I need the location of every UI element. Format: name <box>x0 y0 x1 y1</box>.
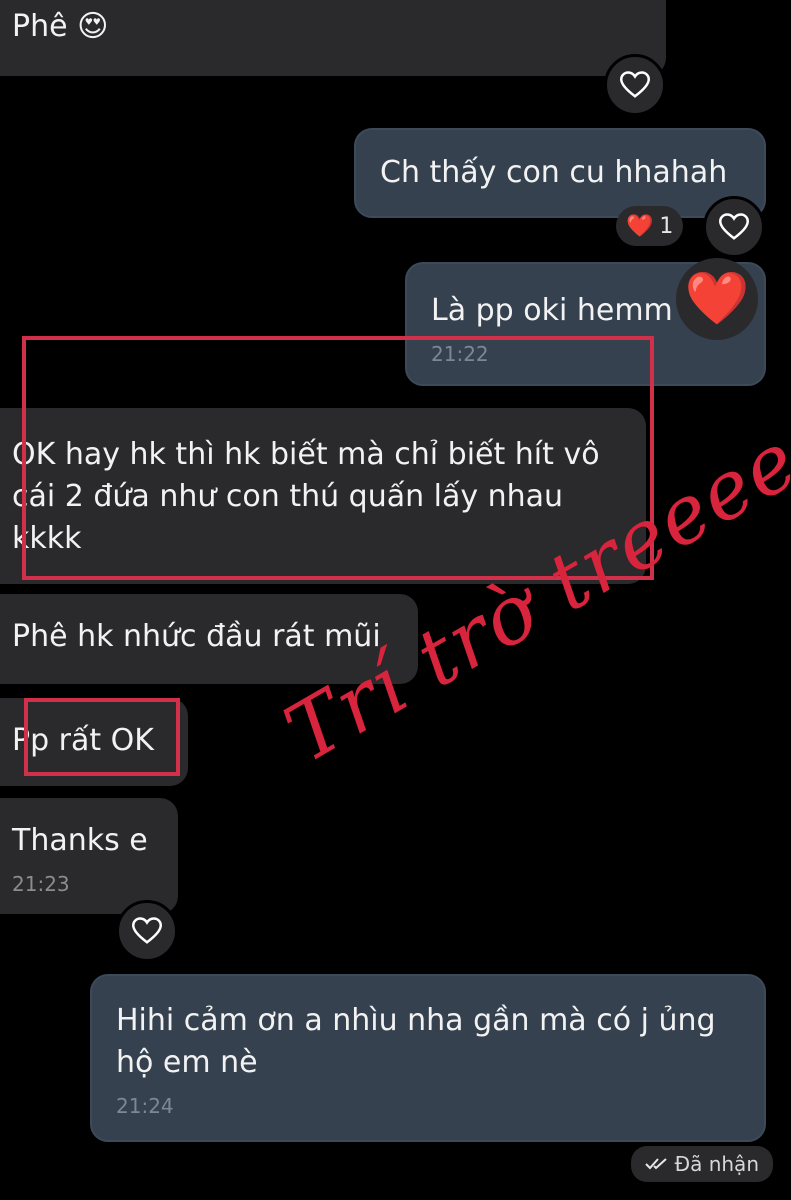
status-label: Đã nhận <box>674 1152 759 1176</box>
message-text: Ch thấy con cu hhahah <box>380 155 728 190</box>
like-button[interactable] <box>116 900 178 962</box>
heart-outline-icon <box>620 71 650 98</box>
double-check-icon <box>644 1158 667 1170</box>
message-bubble-outgoing[interactable]: Ch thấy con cu hhahah <box>354 128 766 218</box>
message-time: 21:23 <box>12 872 70 896</box>
message-bubble-incoming[interactable]: Phê 😍 <box>0 0 666 76</box>
message-text: Là pp oki hemm <box>431 293 673 328</box>
reaction-big-heart: ❤️ <box>676 258 758 340</box>
heart-outline-icon <box>132 917 162 944</box>
message-bubble-incoming[interactable]: Thanks e 21:23 <box>0 798 178 914</box>
reaction-badge[interactable]: ❤️ 1 <box>616 206 684 246</box>
reaction-count: 1 <box>659 213 674 239</box>
heart-eyes-emoji: 😍 <box>77 9 109 44</box>
message-time: 21:24 <box>116 1094 174 1118</box>
message-text: Hihi cảm ơn a nhìu nha gần mà có j ủng h… <box>116 1003 716 1080</box>
like-button[interactable] <box>604 54 666 116</box>
heart-outline-icon <box>719 213 749 240</box>
message-bubble-outgoing[interactable]: Hihi cảm ơn a nhìu nha gần mà có j ủng h… <box>90 974 766 1142</box>
message-text: Phê hk nhức đầu rát mũi <box>12 619 381 654</box>
like-button[interactable] <box>703 196 765 258</box>
red-heart-icon: ❤️ <box>626 213 654 239</box>
red-heart-icon: ❤️ <box>684 269 750 329</box>
delivery-status: Đã nhận <box>630 1146 773 1182</box>
message-text: Thanks e <box>12 823 148 858</box>
message-text: Phê <box>12 9 68 44</box>
highlight-box <box>24 698 180 776</box>
